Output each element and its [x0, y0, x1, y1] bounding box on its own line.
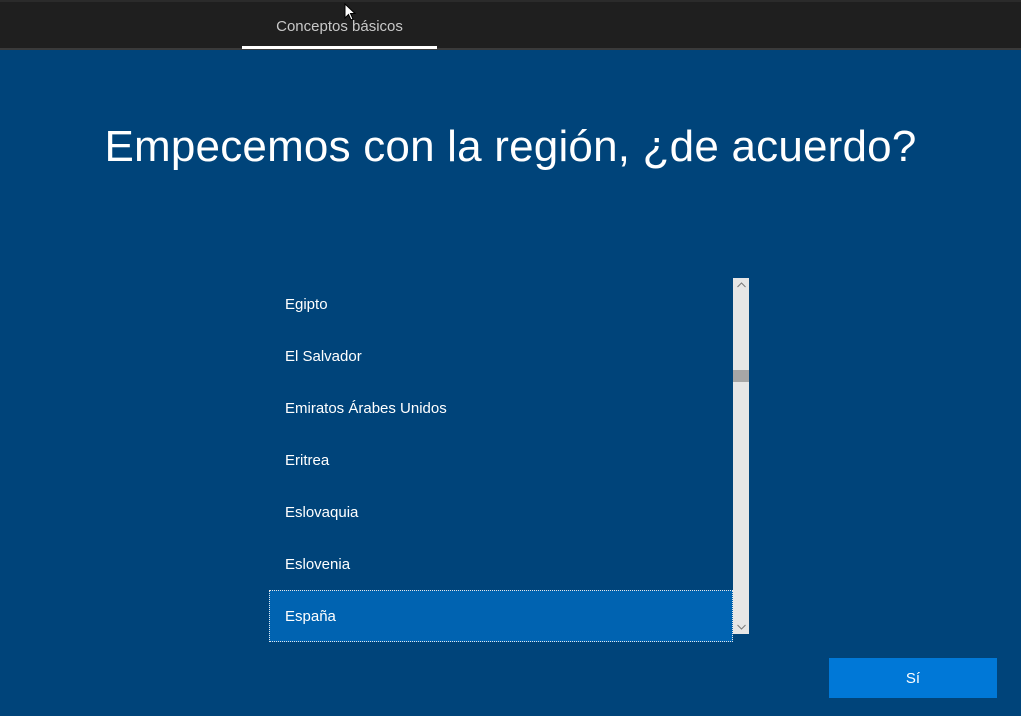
- page-title: Empecemos con la región, ¿de acuerdo?: [104, 122, 917, 171]
- mouse-pointer-icon: [344, 3, 356, 21]
- region-list-item[interactable]: España: [269, 590, 733, 642]
- region-list-item-label: España: [285, 607, 336, 625]
- scroll-thumb[interactable]: [733, 370, 749, 382]
- region-list-item[interactable]: Eritrea: [269, 434, 733, 486]
- region-list-item-label: Eslovenia: [285, 555, 351, 573]
- chevron-down-icon[interactable]: [733, 620, 749, 634]
- region-list-item-label: Eritrea: [285, 451, 330, 469]
- region-list-item[interactable]: El Salvador: [269, 330, 733, 382]
- region-list-item[interactable]: Emiratos Árabes Unidos: [269, 382, 733, 434]
- chevron-up-icon[interactable]: [733, 278, 749, 292]
- top-bar: Conceptos básicos: [0, 0, 1021, 48]
- yes-button-label: Sí: [905, 669, 921, 687]
- region-list-items: Egipto El Salvador Emiratos Árabes Unidos E…: [269, 278, 733, 642]
- tab-conceptos-basicos[interactable]: Conceptos básicos: [242, 2, 437, 50]
- region-list[interactable]: Egipto El Salvador Emiratos Árabes Unidos E…: [269, 278, 749, 642]
- scrollbar[interactable]: [733, 278, 749, 634]
- region-list-item-label: Egipto: [285, 295, 328, 313]
- region-list-item-label: Emiratos Árabes Unidos: [285, 399, 447, 417]
- tab-label: Conceptos básicos: [276, 17, 403, 35]
- region-list-item[interactable]: Egipto: [269, 278, 733, 330]
- region-list-item-label: El Salvador: [285, 347, 362, 365]
- yes-button[interactable]: Sí: [829, 658, 997, 698]
- oobe-window: Conceptos básicos Empecemos con la regió…: [0, 0, 1021, 716]
- active-tab-indicator: [242, 46, 437, 49]
- region-list-item-label: Eslovaquia: [285, 503, 359, 521]
- region-list-item[interactable]: Eslovenia: [269, 538, 733, 590]
- region-list-item[interactable]: Eslovaquia: [269, 486, 733, 538]
- top-bar-divider: [0, 48, 1021, 50]
